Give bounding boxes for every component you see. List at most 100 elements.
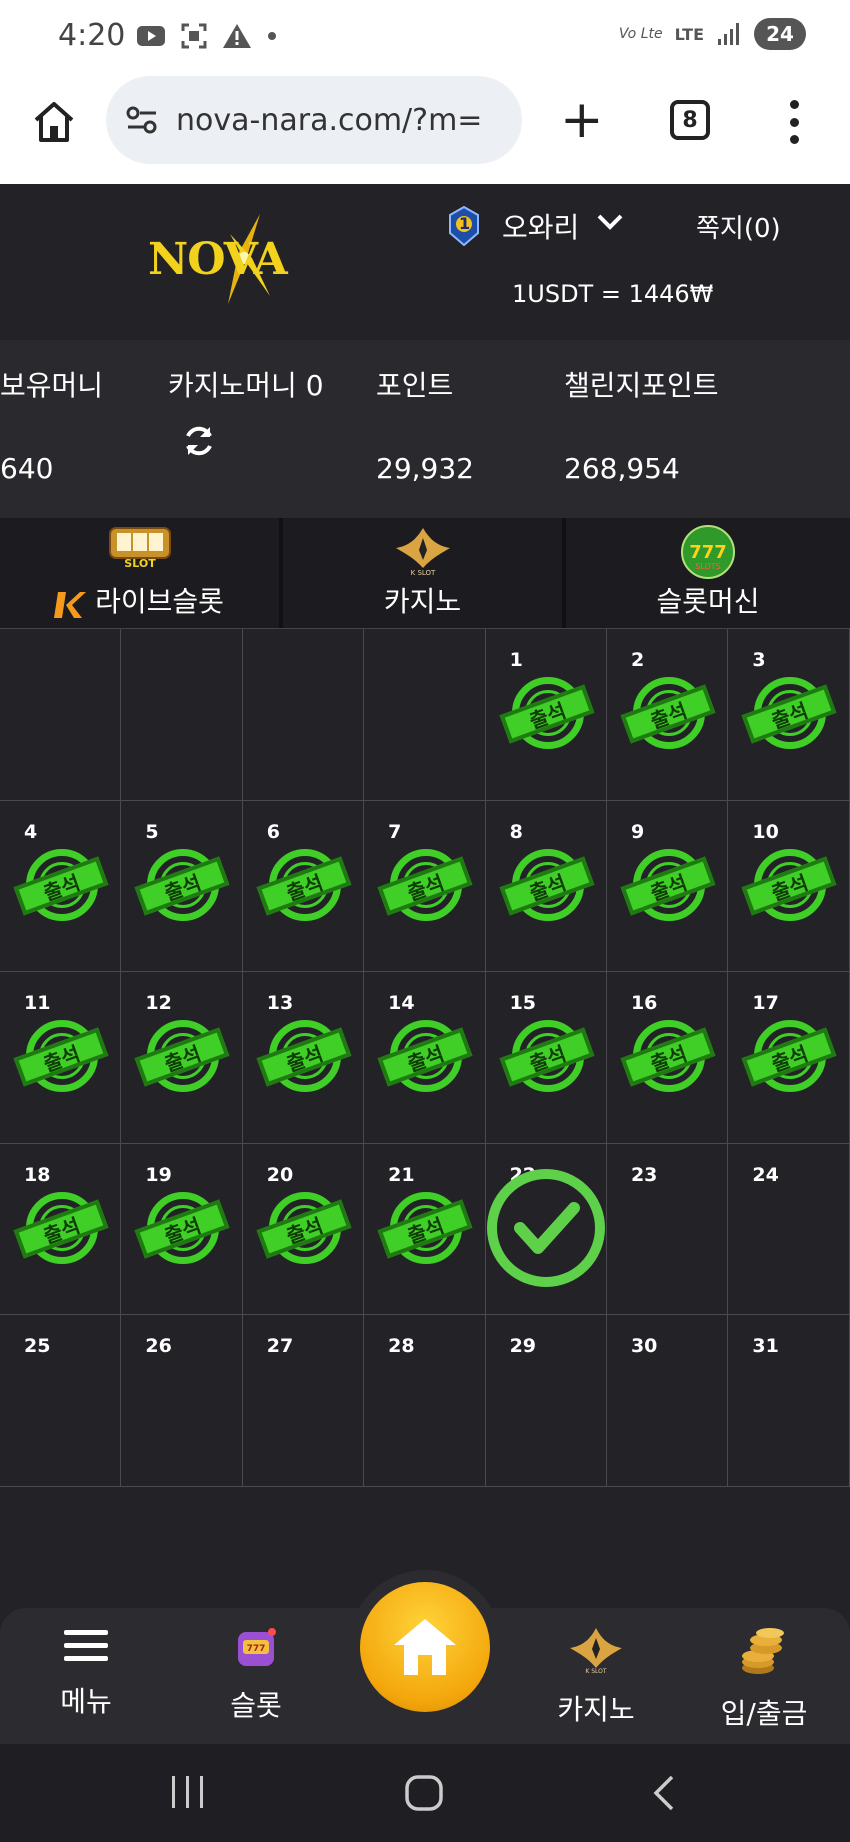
attendance-stamp-icon: 출석 <box>255 1012 353 1108</box>
calendar-empty-cell <box>364 629 486 801</box>
calendar-day-cell[interactable]: 18 출석 <box>0 1143 122 1316</box>
address-bar[interactable]: nova-nara.com/?m= <box>106 76 522 164</box>
signal-icon <box>718 23 739 45</box>
battery-indicator: 24 <box>754 18 806 50</box>
status-right-icons: Vo Lte LTE 24 <box>619 18 806 50</box>
day-number: 10 <box>752 820 779 843</box>
calendar-empty-cell <box>121 629 243 801</box>
day-number: 20 <box>266 1163 294 1186</box>
site-header: NOVA 1 오와리 쪽지(0) 1USDT = 1446₩ <box>0 184 850 340</box>
calendar-day-cell[interactable]: 27 <box>242 1315 365 1487</box>
calendar-day-cell[interactable]: 20 출석 <box>242 1143 365 1316</box>
svg-text:SLOT: SLOT <box>124 557 156 570</box>
attendance-stamp-icon: 출석 <box>740 669 838 765</box>
calendar-day-cell[interactable]: 10 출석 <box>728 800 850 973</box>
nova-logo[interactable]: NOVA <box>142 214 322 304</box>
status-time: 4:20 <box>58 18 126 53</box>
calendar-day-cell[interactable]: 29 <box>485 1315 607 1487</box>
day-number: 7 <box>388 820 402 843</box>
refresh-icon[interactable] <box>182 424 216 458</box>
calendar-day-cell[interactable]: 9 출석 <box>606 800 729 973</box>
calendar-day-cell[interactable]: 19 출석 <box>121 1143 243 1316</box>
rank-level: 1 <box>459 214 471 233</box>
calendar-day-cell[interactable]: 21 출석 <box>364 1143 486 1316</box>
calendar-day-cell[interactable]: 1 출석 <box>485 629 607 801</box>
tab-switcher-button[interactable]: 8 <box>670 100 710 140</box>
day-number: 30 <box>630 1335 658 1358</box>
calendar-day-cell[interactable]: 23 <box>606 1143 729 1316</box>
holding-money-value: 640 <box>0 452 54 485</box>
browser-menu-icon[interactable] <box>784 100 804 144</box>
calendar-day-cell[interactable]: 8 출석 <box>485 800 607 973</box>
browser-home-icon[interactable] <box>30 98 78 146</box>
dot-icon <box>268 32 276 40</box>
logo-text: NOVA <box>148 234 288 285</box>
calendar-day-cell[interactable]: 17 출석 <box>728 972 850 1144</box>
volte-indicator: Vo Lte <box>618 26 663 42</box>
calendar-day-cell[interactable]: 22 <box>485 1143 607 1316</box>
android-home-icon[interactable] <box>404 1774 444 1812</box>
attendance-stamp-icon: 출석 <box>376 1184 474 1280</box>
calendar-day-cell[interactable]: 25 <box>0 1315 122 1487</box>
site-settings-icon[interactable] <box>124 102 160 138</box>
day-number: 6 <box>266 820 281 843</box>
nav-menu[interactable]: 메뉴 <box>16 1626 156 1720</box>
nav-slot[interactable]: 777 슬롯 <box>186 1626 326 1724</box>
calendar-day-cell[interactable]: 3 출석 <box>728 629 850 801</box>
calendar-day-cell[interactable]: 4 출석 <box>0 800 122 973</box>
day-number: 1 <box>509 649 523 671</box>
calendar-empty-cell <box>242 629 365 801</box>
username[interactable]: 오와리 <box>502 206 579 246</box>
calendar-day-cell[interactable]: 26 <box>121 1315 243 1487</box>
calendar-day-cell[interactable]: 2 출석 <box>606 629 729 801</box>
day-number: 11 <box>24 992 51 1015</box>
day-number: 4 <box>24 820 38 843</box>
calendar-day-cell[interactable]: 11 출석 <box>0 972 122 1144</box>
nav-deposit-withdraw[interactable]: 입/출금 <box>694 1626 834 1732</box>
calendar-day-cell[interactable]: 28 <box>364 1315 486 1487</box>
calendar-grid: 1 출석 2 출석 3 출석 4 출석 5 출석 6 출석 7 출석 8 출석 9 출석 10 출석 11 출석 12 출석 1… <box>0 629 850 1487</box>
tab-slot-machine[interactable]: 777 SLOTS 슬롯머신 <box>566 518 850 628</box>
live-slot-icon: SLOT <box>108 527 171 570</box>
chevron-down-icon[interactable] <box>596 212 624 232</box>
calendar-day-cell[interactable]: 31 <box>728 1315 850 1487</box>
point-label: 포인트 <box>376 369 454 402</box>
home-icon <box>394 1619 456 1675</box>
attendance-stamp-icon: 출석 <box>619 1012 717 1108</box>
attendance-stamp-icon: 출석 <box>376 1012 474 1108</box>
tab-casino[interactable]: K SLOT 카지노 <box>283 518 566 628</box>
attendance-stamp-icon: 출석 <box>498 1012 596 1108</box>
calendar-day-cell[interactable]: 12 출석 <box>121 972 243 1144</box>
challenge-point-value: 268,954 <box>564 452 680 485</box>
calendar-day-cell[interactable]: 14 출석 <box>364 972 486 1144</box>
screenshot-icon <box>181 23 207 49</box>
calendar-day-cell[interactable]: 24 <box>728 1143 850 1316</box>
home-button[interactable] <box>360 1582 490 1712</box>
calendar-day-cell[interactable]: 30 <box>606 1315 729 1487</box>
calendar-day-cell[interactable]: 7 출석 <box>364 800 486 973</box>
casino-money-label: 카지노머니 0 <box>168 369 324 402</box>
nav-casino[interactable]: K SLOT 카지노 <box>526 1626 666 1728</box>
calendar-day-cell[interactable]: 5 출석 <box>121 800 243 973</box>
calendar-day-cell[interactable]: 6 출석 <box>242 800 365 973</box>
day-number: 29 <box>509 1335 537 1358</box>
day-number: 2 <box>630 649 645 671</box>
android-navigation-bar <box>0 1744 850 1842</box>
day-number: 27 <box>266 1335 294 1358</box>
messages-link[interactable]: 쪽지(0) <box>696 208 781 245</box>
new-tab-button[interactable]: + <box>560 94 604 146</box>
tab-label: 라이브슬롯 <box>95 585 224 618</box>
calendar-day-cell[interactable]: 16 출석 <box>606 972 729 1144</box>
calendar-day-cell[interactable]: 13 출석 <box>242 972 365 1144</box>
tab-live-slot[interactable]: SLOT 라이브슬롯 <box>0 518 283 628</box>
game-category-tabs: SLOT 라이브슬롯 K SLOT 카지노 777 SLOTS 슬롯머신 <box>0 518 850 628</box>
back-icon[interactable] <box>648 1774 678 1812</box>
day-number: 25 <box>24 1335 51 1358</box>
coins-icon <box>742 1628 784 1674</box>
day-number: 17 <box>752 992 779 1015</box>
nav-menu-label: 메뉴 <box>60 1685 112 1718</box>
svg-text:SLOTS: SLOTS <box>695 562 721 571</box>
recent-apps-icon[interactable] <box>168 1774 208 1810</box>
calendar-day-cell[interactable]: 15 출석 <box>485 972 607 1144</box>
day-number: 8 <box>509 820 523 843</box>
